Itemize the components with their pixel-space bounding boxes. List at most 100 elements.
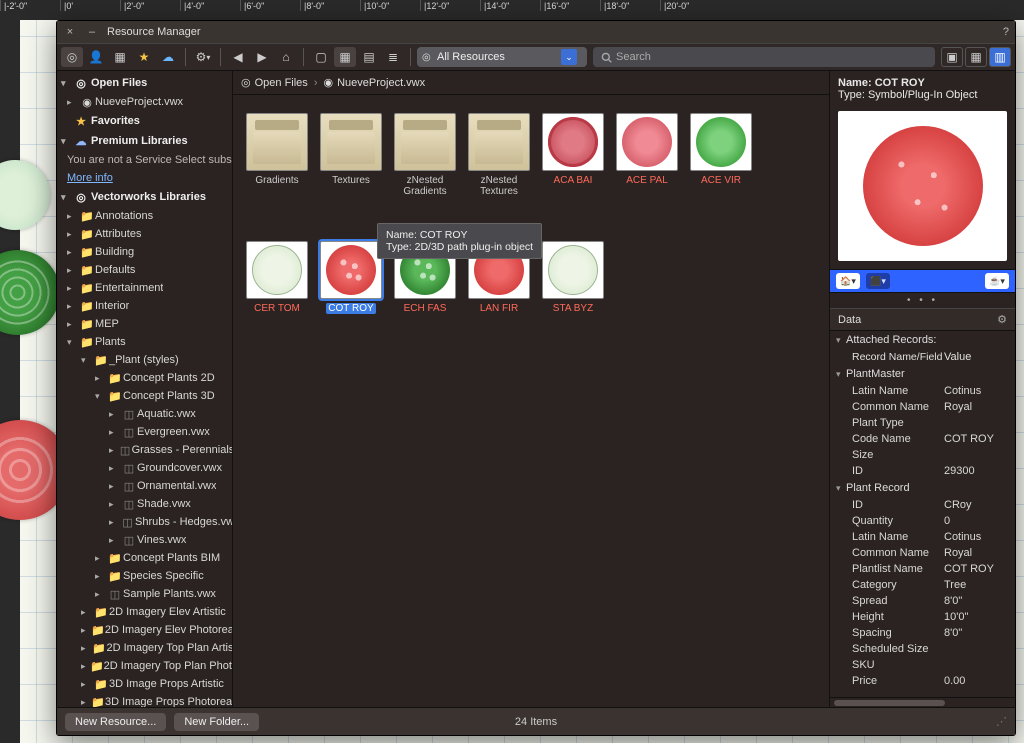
sidebar-item[interactable]: ▸📁3D Image Props Photorealistic	[57, 693, 232, 707]
data-row[interactable]: Latin NameCotinus	[830, 529, 1015, 545]
sidebar-item[interactable]: ▾📁_Plant (styles)	[57, 351, 232, 369]
view-folders-icon[interactable]: ▢	[310, 47, 332, 67]
resource-item[interactable]: Textures	[317, 113, 385, 197]
data-row[interactable]: CategoryTree	[830, 577, 1015, 593]
data-row[interactable]: Latin NameCotinus	[830, 383, 1015, 399]
gear-icon[interactable]: ⚙	[997, 313, 1007, 326]
close-icon[interactable]: ×	[61, 23, 79, 41]
data-row[interactable]: Spacing8'0"	[830, 625, 1015, 641]
help-icon[interactable]: ?	[1003, 26, 1009, 38]
more-info-link[interactable]: More info	[57, 169, 232, 187]
sidebar-item[interactable]: ▸📁Defaults	[57, 261, 232, 279]
data-row[interactable]: IDCRoy	[830, 497, 1015, 513]
sidebar-item[interactable]: ▸◫Vines.vwx	[57, 531, 232, 549]
star-icon[interactable]: ★	[133, 47, 155, 67]
sidebar-item[interactable]: ▸◫Groundcover.vwx	[57, 459, 232, 477]
section-premium-libraries[interactable]: ▾ ☁ Premium Libraries	[57, 131, 232, 151]
titlebar[interactable]: × – Resource Manager ?	[57, 21, 1015, 43]
sidebar-tree[interactable]: ▾ ◎ Open Files ▸ ◉ NueveProject.vwx ★ Fa…	[57, 71, 232, 707]
new-folder-button[interactable]: New Folder...	[174, 713, 259, 731]
sidebar-item[interactable]: ▸📁2D Imagery Top Plan Photorealistic	[57, 657, 232, 675]
drag-handle-icon[interactable]: • • •	[830, 293, 1015, 308]
sidebar-item[interactable]: ▾📁Plants	[57, 333, 232, 351]
sidebar-item[interactable]: ▸📁Interior	[57, 297, 232, 315]
resource-item[interactable]: ECH FAS	[391, 241, 459, 314]
data-row[interactable]: Scheduled Size	[830, 641, 1015, 657]
sidebar-item[interactable]: ▸◫Grasses - Perennials.vwx	[57, 441, 232, 459]
resource-item[interactable]: ACA BAI	[539, 113, 607, 197]
new-resource-button[interactable]: New Resource...	[65, 713, 166, 731]
sidebar-item[interactable]: ▸📁Entertainment	[57, 279, 232, 297]
view-2d-button[interactable]: 🏠▾	[836, 273, 860, 289]
sidebar-item[interactable]: ▸📁Concept Plants 2D	[57, 369, 232, 387]
data-row[interactable]: Height10'0"	[830, 609, 1015, 625]
sidebar-item[interactable]: ▸📁2D Imagery Elev Artistic	[57, 603, 232, 621]
sidebar-item-project[interactable]: ▸ ◉ NueveProject.vwx	[57, 93, 232, 111]
link-text[interactable]: More info	[67, 172, 113, 184]
gear-icon[interactable]: ⚙▾	[192, 47, 214, 67]
data-body[interactable]: ▾Attached Records:Record Name/FieldValue…	[830, 331, 1015, 697]
sidebar-item[interactable]: ▸◫Aquatic.vwx	[57, 405, 232, 423]
view-grid-icon[interactable]: ▦	[334, 47, 356, 67]
data-row[interactable]: Price0.00	[830, 673, 1015, 689]
resource-item[interactable]: STA BYZ	[539, 241, 607, 314]
section-open-files[interactable]: ▾ ◎ Open Files	[57, 73, 232, 93]
resource-item[interactable]: COT ROY	[317, 241, 385, 314]
sidebar-item[interactable]: ▸◫Shrubs - Hedges.vwx	[57, 513, 232, 531]
resource-item[interactable]: ACE VIR	[687, 113, 755, 197]
back-icon[interactable]: ◀	[227, 47, 249, 67]
sidebar-item[interactable]: ▸◫Evergreen.vwx	[57, 423, 232, 441]
data-row[interactable]: Code NameCOT ROY	[830, 431, 1015, 447]
resource-item[interactable]: zNested Gradients	[391, 113, 459, 197]
resource-item[interactable]: zNested Textures	[465, 113, 533, 197]
record-group-header[interactable]: ▾PlantMaster	[830, 365, 1015, 383]
data-row[interactable]: Common NameRoyal	[830, 399, 1015, 415]
view-thumb-icon[interactable]: ▤	[358, 47, 380, 67]
render-mode-button[interactable]: ☕▾	[985, 273, 1009, 289]
resource-item[interactable]: ACE PAL	[613, 113, 681, 197]
resource-gallery[interactable]: GradientsTextureszNested GradientszNeste…	[233, 95, 829, 707]
attached-records-header[interactable]: ▾Attached Records:	[830, 331, 1015, 349]
h-scrollbar[interactable]	[830, 697, 1015, 707]
layout-b-icon[interactable]: ▦	[965, 47, 987, 67]
section-vectorworks-libraries[interactable]: ▾ ◎ Vectorworks Libraries	[57, 187, 232, 207]
sidebar-item[interactable]: ▸◫Shade.vwx	[57, 495, 232, 513]
search-input[interactable]: Search	[593, 47, 935, 67]
cloud-icon[interactable]: ☁	[157, 47, 179, 67]
sidebar-item[interactable]: ▸◫Sample Plants.vwx	[57, 585, 232, 603]
grid-icon[interactable]: ▦	[109, 47, 131, 67]
resource-item[interactable]: CER TOM	[243, 241, 311, 314]
data-row[interactable]: ID29300	[830, 463, 1015, 479]
view-list-icon[interactable]: ≣	[382, 47, 404, 67]
sidebar-item[interactable]: ▸📁Attributes	[57, 225, 232, 243]
record-group-header[interactable]: ▾Plant Record	[830, 479, 1015, 497]
sidebar-item[interactable]: ▸📁Concept Plants BIM	[57, 549, 232, 567]
resource-item[interactable]: Gradients	[243, 113, 311, 197]
sidebar-item[interactable]: ▸📁2D Imagery Top Plan Artistic	[57, 639, 232, 657]
sidebar-item[interactable]: ▸◫Ornamental.vwx	[57, 477, 232, 495]
sidebar-item[interactable]: ▸📁2D Imagery Elev Photorealistic	[57, 621, 232, 639]
sidebar-item[interactable]: ▸📁Species Specific	[57, 567, 232, 585]
sidebar-item[interactable]: ▸📁MEP	[57, 315, 232, 333]
resource-item[interactable]: LAN FIR	[465, 241, 533, 314]
data-row[interactable]: Size	[830, 447, 1015, 463]
user-icon[interactable]: 👤	[85, 47, 107, 67]
data-section-header[interactable]: Data ⚙	[830, 308, 1015, 331]
data-row[interactable]: Quantity0	[830, 513, 1015, 529]
view-3d-button[interactable]: ⬛▾	[866, 273, 890, 289]
data-row[interactable]: SKU	[830, 657, 1015, 673]
section-favorites[interactable]: ★ Favorites	[57, 111, 232, 131]
forward-icon[interactable]: ▶	[251, 47, 273, 67]
sidebar-item[interactable]: ▸📁Building	[57, 243, 232, 261]
layout-c-icon[interactable]: ▥	[989, 47, 1011, 67]
resource-filter-select[interactable]: All Resources ⌄	[417, 47, 587, 67]
sidebar-item[interactable]: ▸📁3D Image Props Artistic	[57, 675, 232, 693]
crumb-open-files[interactable]: ◎ Open Files	[241, 76, 308, 89]
target-icon[interactable]: ◎	[61, 47, 83, 67]
minimize-icon[interactable]: –	[83, 23, 101, 41]
data-row[interactable]: Plantlist NameCOT ROY	[830, 561, 1015, 577]
home-icon[interactable]: ⌂	[275, 47, 297, 67]
data-row[interactable]: Plant Type	[830, 415, 1015, 431]
resize-grip-icon[interactable]: ⋰	[996, 715, 1007, 728]
crumb-project[interactable]: ◉ NueveProject.vwx	[323, 76, 425, 89]
